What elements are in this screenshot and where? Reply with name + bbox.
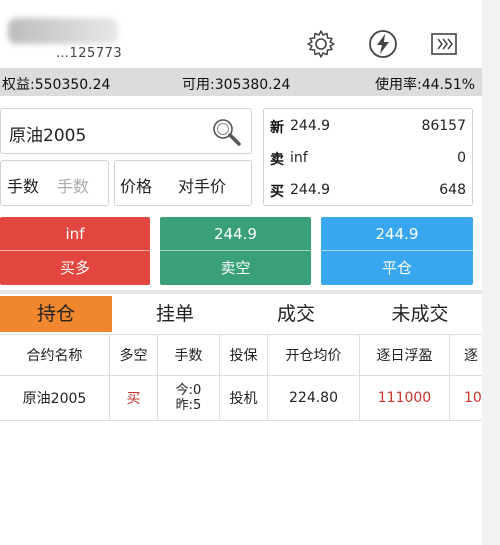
cell-hedge[interactable]: 投机 [220, 375, 268, 421]
buy-label: 买多 [59, 259, 90, 277]
quantity-field[interactable]: 手数 手数 [0, 160, 109, 206]
forward-icon[interactable] [428, 28, 460, 60]
header: …125773 [0, 0, 482, 68]
buy-price: inf [0, 217, 150, 251]
quote-key: 新 [270, 120, 284, 136]
sell-short-button[interactable]: 244.9 卖空 [160, 217, 311, 285]
sell-label: 卖空 [220, 259, 251, 277]
col-header-contract: 合约名称 [0, 335, 110, 375]
right-edge-strip [482, 0, 500, 545]
quote-key: 卖 [270, 152, 284, 168]
search-icon[interactable] [211, 117, 243, 151]
account-name-blurred [8, 18, 118, 44]
positions-table: 合约名称 多空 手数 投保 开仓均价 逐日浮盈 逐 原油2005 买 今:0 昨… [0, 334, 482, 421]
cell-qty[interactable]: 今:0 昨:5 [158, 375, 220, 421]
tab-unfilled[interactable]: 未成交 [362, 296, 478, 332]
usage-text: 使用率:44.51% [375, 77, 476, 93]
quote-volume: 86157 [421, 118, 466, 134]
cell-contract[interactable]: 原油2005 [0, 375, 110, 421]
account-summary-bar: 权益:550350.24 可用:305380.24 使用率:44.51% [0, 68, 482, 96]
quote-row-last: 新 244.9 86157 [264, 113, 472, 141]
tab-positions[interactable]: 持仓 [0, 296, 112, 332]
symbol-search-field[interactable]: 原油2005 [0, 108, 252, 154]
quantity-label: 手数 [7, 177, 40, 196]
quote-value: inf [290, 150, 308, 166]
account-number: …125773 [56, 46, 123, 61]
price-label: 价格 [120, 177, 153, 196]
lightning-icon[interactable] [367, 28, 399, 60]
cell-avg-price[interactable]: 224.80 [268, 375, 360, 421]
quote-panel: 新 244.9 86157 卖 inf 0 买 244.9 648 [263, 108, 473, 206]
col-header-side: 多空 [110, 335, 158, 375]
section-divider [0, 290, 482, 294]
col-header-daily-pnl: 逐日浮盈 [360, 335, 450, 375]
quote-value: 244.9 [290, 118, 331, 134]
col-header-qty: 手数 [158, 335, 220, 375]
close-label: 平仓 [381, 259, 412, 277]
close-price: 244.9 [321, 217, 473, 251]
price-value: 对手价 [178, 177, 227, 196]
available-text: 可用:305380.24 [182, 77, 291, 93]
tab-bar: 持仓 挂单 成交 未成交 [0, 296, 482, 334]
quote-key: 买 [270, 184, 284, 200]
quote-volume: 0 [457, 150, 466, 166]
sell-price: 244.9 [160, 217, 311, 251]
quote-row-bid: 买 244.9 648 [264, 177, 472, 205]
buy-long-button[interactable]: inf 买多 [0, 217, 150, 285]
cell-side[interactable]: 买 [110, 375, 158, 421]
price-field[interactable]: 价格 对手价 [114, 160, 252, 206]
col-header-truncated: 逐 [464, 348, 478, 364]
close-position-button[interactable]: 244.9 平仓 [321, 217, 473, 285]
quote-value: 244.9 [290, 182, 331, 198]
symbol-value: 原油2005 [9, 126, 87, 146]
quote-volume: 648 [439, 182, 466, 198]
col-header-avg-price: 开仓均价 [268, 335, 360, 375]
quote-row-ask: 卖 inf 0 [264, 145, 472, 173]
quantity-placeholder: 手数 [57, 177, 90, 196]
equity-text: 权益:550350.24 [2, 77, 111, 93]
cell-qty-prev: 昨:5 [175, 398, 202, 413]
col-header-hedge: 投保 [220, 335, 268, 375]
tab-trades[interactable]: 成交 [240, 296, 352, 332]
cell-qty-today: 今:0 [175, 383, 202, 398]
cell-truncated[interactable]: 10 [450, 375, 482, 421]
gear-icon[interactable] [305, 28, 337, 60]
tab-pending-orders[interactable]: 挂单 [120, 296, 230, 332]
cell-daily-pnl[interactable]: 111000 [360, 375, 450, 421]
